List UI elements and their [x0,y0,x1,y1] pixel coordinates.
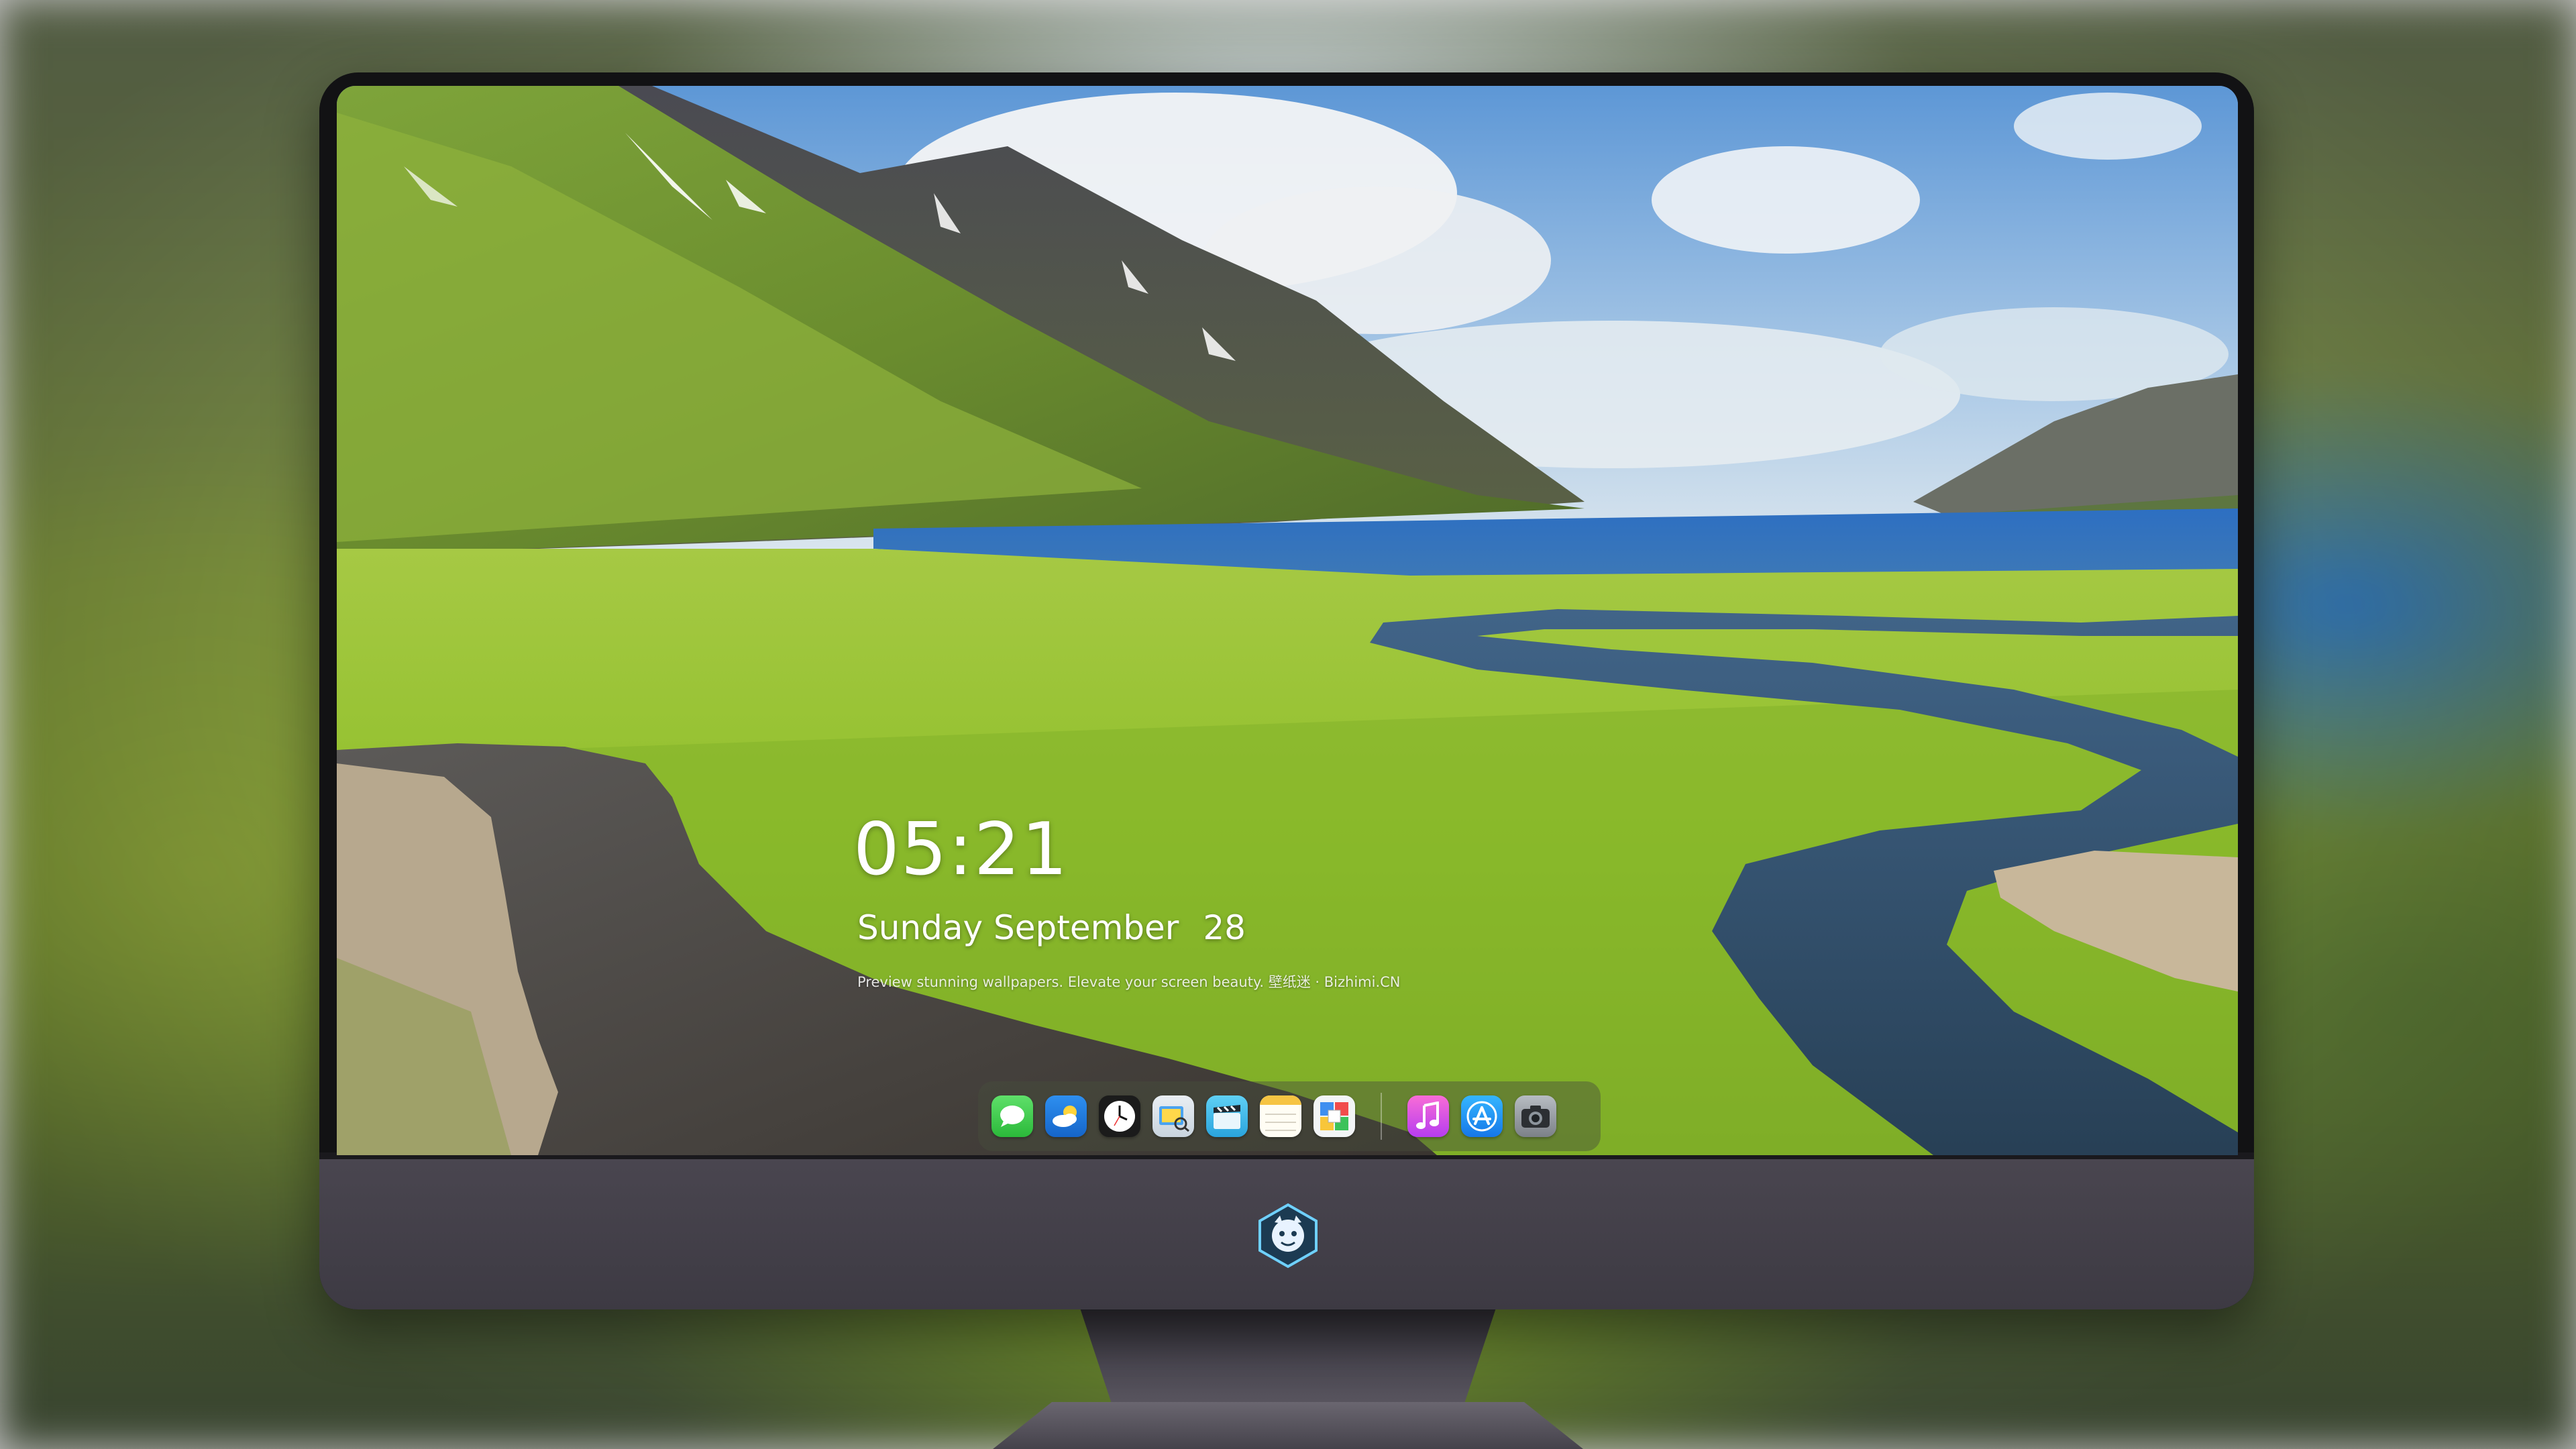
date-day: 28 [1203,908,1246,947]
lockscreen-date: Sunday September 28 [857,911,1246,945]
weather-icon[interactable] [1045,1095,1087,1137]
preview-icon[interactable] [1152,1095,1194,1137]
music-icon[interactable] [1407,1095,1449,1137]
app-store-icon[interactable] [1461,1095,1503,1137]
notes-icon[interactable] [1260,1095,1301,1137]
wallpaper-tagline: Preview stunning wallpapers. Elevate you… [857,974,1401,990]
date-weekday-month: Sunday September [857,908,1179,947]
dock-separator [1381,1093,1382,1140]
monitor-stand-neck [1080,1308,1496,1409]
screen-wallpaper: 05:21 Sunday September 28 Preview stunnin… [337,86,2238,1155]
dock [978,1081,1601,1151]
brand-logo-icon [1258,1203,1318,1269]
monitor-stand-base [993,1402,1583,1449]
clock-icon[interactable] [1099,1095,1140,1137]
landscape-wallpaper [337,86,2238,1155]
camera-icon[interactable] [1515,1095,1556,1137]
lockscreen-time: 05:21 [853,808,1069,892]
video-clapper-icon[interactable] [1206,1095,1248,1137]
messages-icon[interactable] [991,1095,1033,1137]
photo-collage-icon[interactable] [1313,1095,1355,1137]
